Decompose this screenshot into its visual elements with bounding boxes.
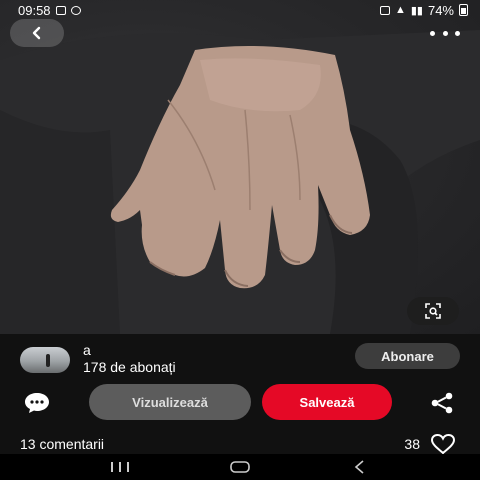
comment-icon [25,393,49,413]
follow-button[interactable]: Abonare [355,343,460,369]
likes-area[interactable]: 38 [404,434,456,454]
comment-button[interactable] [24,392,50,419]
hand-photo [0,30,480,334]
battery-icon [459,4,468,16]
home-icon[interactable] [229,460,251,474]
likes-count: 38 [404,436,420,452]
status-bar: 09:58 ▲ ▮▮ 74% [0,0,480,20]
whatsapp-notification-icon [70,5,81,15]
creator-info[interactable]: a 178 de abonați [20,343,176,376]
gallery-notification-icon [55,5,66,15]
battery-percent: 74% [427,2,454,18]
engagement-row: 13 comentarii 38 [0,434,480,454]
heart-icon[interactable] [430,434,456,454]
share-button[interactable] [430,392,454,419]
system-navigation-bar [0,454,480,480]
share-icon [431,392,453,414]
creator-name[interactable]: a [83,343,176,357]
pin-actions: Vizualizează Salvează [0,384,480,420]
more-options-button[interactable] [430,26,460,40]
visual-search-icon [425,303,441,319]
more-icon [430,30,435,36]
comments-link[interactable]: 13 comentarii [20,436,104,452]
status-time: 09:58 [18,2,51,18]
alarm-icon [379,5,390,15]
save-button[interactable]: Salvează [262,384,392,420]
pin-image[interactable] [0,0,480,334]
view-button[interactable]: Vizualizează [89,384,251,420]
visual-search-button[interactable] [407,297,459,325]
creator-avatar[interactable] [20,346,70,373]
system-back-icon[interactable] [349,460,371,474]
wifi-icon: ▲ [394,4,406,16]
back-icon [32,26,41,40]
recent-apps-icon[interactable] [109,460,131,474]
back-button[interactable] [10,19,64,47]
follower-count: 178 de abonați [83,359,176,375]
signal-icon: ▮▮ [410,4,423,17]
